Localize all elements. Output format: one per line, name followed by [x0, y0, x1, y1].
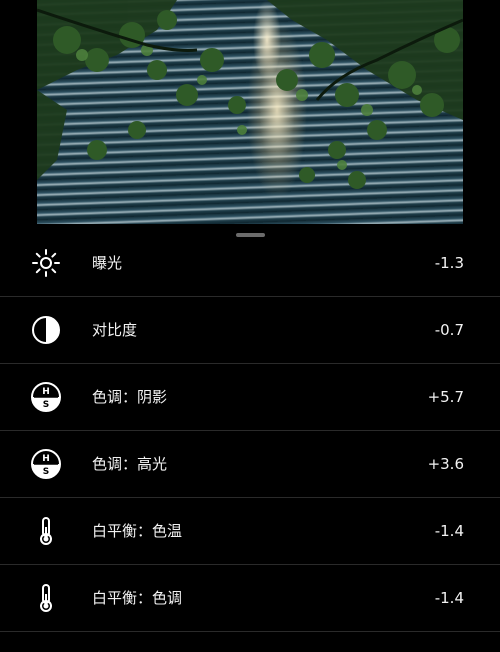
photo-preview[interactable] — [37, 0, 463, 224]
adjustment-label: 色调：高光 — [92, 455, 168, 473]
adjustment-row-exposure[interactable]: 曝光 -1.3 — [0, 230, 500, 297]
svg-text:H: H — [42, 454, 50, 464]
adjustment-value: -1.4 — [434, 589, 464, 607]
adjustment-value: +5.7 — [427, 388, 464, 406]
contrast-icon — [30, 314, 62, 346]
adjustment-label: 白平衡：色调 — [92, 589, 183, 607]
svg-text:H: H — [42, 387, 50, 397]
adjustments-panel: 曝光 -1.3 对比度 -0.7 H S 色调：阴影 +5.7 H S 色调：高… — [0, 224, 500, 652]
adjustment-label: 色调：阴影 — [92, 388, 168, 406]
adjustment-row-wb-tint[interactable]: 白平衡：色调 -1.4 — [0, 565, 500, 632]
adjustment-value: +3.6 — [427, 455, 464, 473]
svg-text:S: S — [43, 400, 49, 410]
foliage-overlay — [37, 0, 463, 189]
adjustment-row-wb-temperature[interactable]: 白平衡：色温 -1.4 — [0, 498, 500, 565]
svg-text:S: S — [43, 467, 49, 477]
adjustment-row-contrast[interactable]: 对比度 -0.7 — [0, 297, 500, 364]
adjustment-label: 曝光 — [92, 254, 123, 272]
hs-icon: H S — [30, 381, 62, 413]
photo-area — [0, 0, 500, 224]
thermometer-icon — [30, 582, 62, 614]
sun-icon — [30, 247, 62, 279]
thermometer-icon — [30, 515, 62, 547]
adjustment-value: -0.7 — [434, 321, 464, 339]
adjustment-value: -1.3 — [434, 254, 464, 272]
hs-icon: H S — [30, 448, 62, 480]
adjustment-label: 对比度 — [92, 321, 138, 339]
adjustment-label: 白平衡：色温 — [92, 522, 183, 540]
adjustment-value: -1.4 — [434, 522, 464, 540]
adjustment-row-highlights-tint[interactable]: H S 色调：高光 +3.6 — [0, 431, 500, 498]
adjustment-row-shadows-tint[interactable]: H S 色调：阴影 +5.7 — [0, 364, 500, 431]
